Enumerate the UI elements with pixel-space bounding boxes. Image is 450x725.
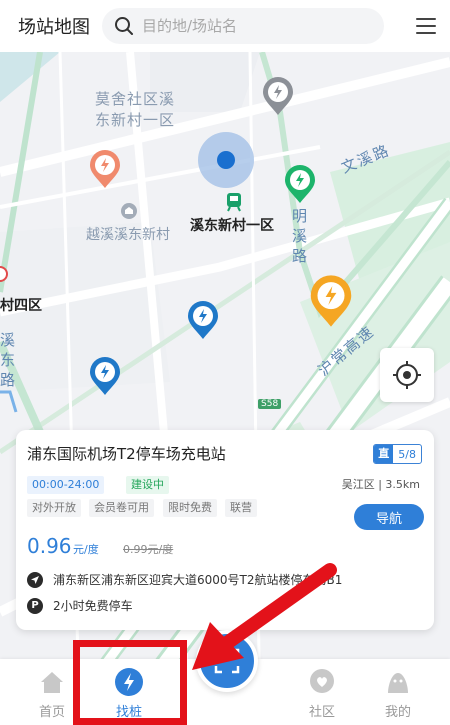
metro-station-icon <box>227 193 241 212</box>
tab-mine[interactable]: 我的 <box>368 659 428 725</box>
station-pin-green[interactable] <box>283 164 317 204</box>
navigation-arrow-icon <box>27 571 43 588</box>
search-icon <box>115 17 133 35</box>
map-label-cun4: 村四区 <box>0 298 42 314</box>
parking-info: 2小时免费停车 <box>53 599 133 613</box>
station-pin-yellow-selected[interactable] <box>308 274 354 328</box>
highway-badge-s58: S58 <box>258 399 282 409</box>
feature-tag-coupon: 会员卷可用 <box>89 499 154 517</box>
crosshair-icon <box>393 361 421 389</box>
page-title: 场站地图 <box>18 17 90 38</box>
station-pin-blue-1[interactable] <box>186 300 220 340</box>
parking-row: P 2小时免费停车 <box>27 597 133 614</box>
original-price: 0.99元/度 <box>123 543 174 556</box>
tab-home-label: 首页 <box>38 705 65 720</box>
navigate-button[interactable]: 导航 <box>354 504 424 530</box>
open-hours-tag: 00:00-24:00 <box>27 476 105 494</box>
feature-tag-joint: 联营 <box>225 499 257 517</box>
station-name: 浦东国际机场T2停车场充电站 <box>27 445 226 463</box>
station-pin-blue-2[interactable] <box>88 356 122 396</box>
charger-availability-badge: 直 5/8 <box>373 444 422 464</box>
map-label-xidong-station: 溪东新村一区 <box>190 218 274 234</box>
feature-tag-open: 对外开放 <box>27 499 81 517</box>
feature-tag-free: 限时免费 <box>163 499 217 517</box>
menu-icon[interactable] <box>416 16 436 36</box>
map-label-moshe-2: 东新村一区 <box>95 111 176 129</box>
map-label-moshe-1: 莫舍社区溪 <box>95 90 176 108</box>
parking-icon: P <box>27 597 43 614</box>
annotation-highlight-box <box>73 640 187 725</box>
locate-button[interactable] <box>380 348 434 402</box>
community-poi-icon <box>121 203 137 219</box>
top-bar: 场站地图 <box>0 0 450 52</box>
tab-community-label: 社区 <box>308 705 335 720</box>
red-poi-icon <box>0 266 8 282</box>
search-bar[interactable] <box>102 8 384 44</box>
road-label-xidong: 溪东路 <box>0 331 18 389</box>
annotation-arrow-icon <box>192 563 337 670</box>
road-label-mingxi: 明溪路 <box>292 207 310 265</box>
charger-type: 直 <box>374 445 394 463</box>
user-icon <box>388 673 408 693</box>
search-input[interactable] <box>142 17 362 35</box>
price-value: 0.96 <box>27 534 72 558</box>
home-icon <box>41 672 63 693</box>
tab-mine-label: 我的 <box>384 705 411 720</box>
station-pin-orange[interactable] <box>88 149 122 189</box>
price-unit: 元/度 <box>73 543 99 556</box>
current-location-marker <box>198 132 254 188</box>
station-pin-gray[interactable] <box>261 76 295 116</box>
charger-count: 5/8 <box>398 447 416 461</box>
district-distance: 吴江区 | 3.5km <box>341 478 420 491</box>
status-tag: 建设中 <box>126 476 169 494</box>
map-label-yuexi: 越溪溪东新村 <box>86 227 170 243</box>
